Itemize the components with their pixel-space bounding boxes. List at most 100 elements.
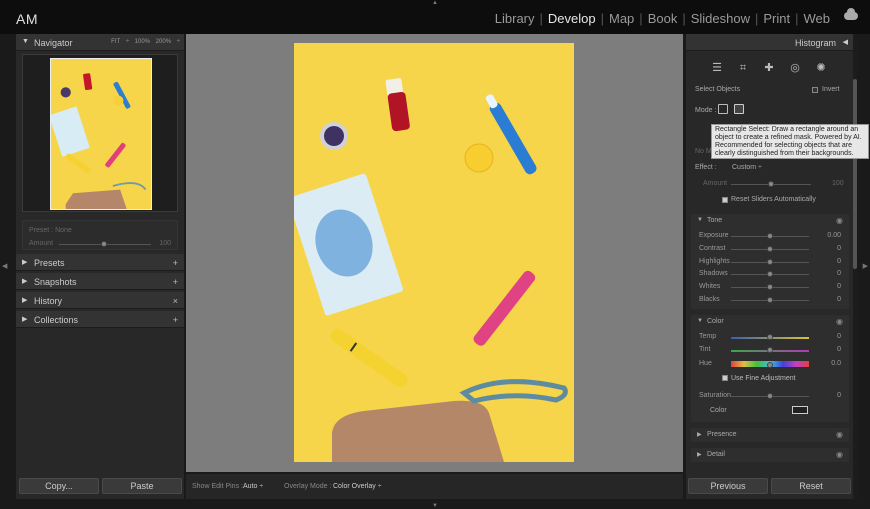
navigator-title: Navigator <box>34 38 73 48</box>
add-snapshot-icon[interactable]: + <box>173 277 178 287</box>
navigator-header[interactable]: ▼ Navigator FIT ÷ 100% 200% ÷ <box>16 34 184 51</box>
panel-snapshots-label: Snapshots <box>34 277 77 287</box>
select-objects-label: Select Objects <box>695 86 741 93</box>
shadows-slider[interactable]: Shadows 0 <box>691 268 849 280</box>
module-library[interactable]: Library <box>491 11 539 26</box>
preset-amount-thumb[interactable] <box>101 241 107 247</box>
saturation-slider[interactable]: Saturation 0 <box>691 390 849 402</box>
navigator-thumbnail[interactable] <box>50 58 152 210</box>
panel-collections[interactable]: ▶ Collections + <box>16 311 184 328</box>
photo-image <box>294 43 574 462</box>
reset-sliders-label: Reset Sliders Automatically <box>731 196 816 203</box>
thumbnail-image <box>51 59 151 209</box>
invert-checkbox[interactable] <box>812 87 818 93</box>
add-preset-icon[interactable]: + <box>173 258 178 268</box>
collapse-triangle-icon: ▼ <box>22 38 29 45</box>
tone-header[interactable]: ▼ Tone ◉ <box>691 214 849 227</box>
eye-icon[interactable]: ◉ <box>836 430 843 439</box>
color-label: Color <box>710 407 727 414</box>
previous-button[interactable]: Previous <box>688 478 768 494</box>
presence-section[interactable]: ▶ Presence ◉ <box>691 428 849 442</box>
temp-slider[interactable]: Temp 0 <box>691 331 849 343</box>
histogram-title: Histogram <box>794 38 836 48</box>
reset-sliders-checkbox[interactable] <box>722 197 728 203</box>
module-slideshow[interactable]: Slideshow <box>687 11 754 26</box>
scrollbar-thumb[interactable] <box>853 79 857 269</box>
top-panel-toggle-icon[interactable]: ▲ <box>432 0 438 6</box>
eye-icon[interactable]: ◉ <box>836 317 843 326</box>
zoom-options[interactable]: FIT ÷ 100% 200% ÷ <box>111 39 180 45</box>
preset-label: Preset : None <box>29 227 72 234</box>
filmstrip-toggle-icon[interactable]: ▼ <box>432 503 438 509</box>
color-swatch[interactable] <box>792 406 808 414</box>
reset-button[interactable]: Reset <box>771 478 851 494</box>
color-title: Color <box>707 318 724 325</box>
module-develop[interactable]: Develop <box>544 11 600 26</box>
healing-icon[interactable]: ✚ <box>763 62 775 74</box>
color-header[interactable]: ▼ Color ◉ <box>691 315 849 328</box>
hue-slider[interactable]: Hue 0.0 <box>691 358 849 370</box>
main-photo[interactable] <box>294 43 574 462</box>
mode-label: Mode : <box>695 107 717 114</box>
collapse-triangle-icon: ▼ <box>697 217 703 223</box>
fine-adjust-checkbox[interactable] <box>722 375 728 381</box>
rectangle-select-icon[interactable] <box>734 104 744 114</box>
navigator-preview[interactable] <box>22 54 178 212</box>
add-collection-icon[interactable]: + <box>173 315 178 325</box>
preset-block: Preset : None Amount 100 <box>22 220 178 250</box>
right-panel-toggle-icon[interactable]: ▶ <box>863 262 868 270</box>
expand-triangle-icon: ▶ <box>22 297 28 304</box>
panel-collections-label: Collections <box>34 315 79 325</box>
edit-pins-select[interactable]: Auto ÷ <box>243 483 263 490</box>
left-panel-toggle-icon[interactable]: ◀ <box>2 262 7 270</box>
module-print[interactable]: Print <box>759 11 794 26</box>
image-canvas[interactable] <box>186 34 683 472</box>
tint-slider[interactable]: Tint 0 <box>691 344 849 356</box>
panel-history[interactable]: ▶ History × <box>16 292 184 309</box>
panel-presets[interactable]: ▶ Presets + <box>16 254 184 271</box>
invert-label: Invert <box>822 86 840 93</box>
fine-adjust-label: Use Fine Adjustment <box>731 375 796 382</box>
presence-title: Presence <box>707 431 737 438</box>
masking-icon[interactable]: ✺ <box>815 62 827 74</box>
edit-pins-label: Show Edit Pins : <box>192 483 243 490</box>
expand-triangle-icon: ▶ <box>697 452 702 458</box>
whites-slider[interactable]: Whites 0 <box>691 281 849 293</box>
histogram-header[interactable]: Histogram ◀ <box>686 34 854 51</box>
paste-button[interactable]: Paste <box>102 478 182 494</box>
tone-title: Tone <box>707 217 723 224</box>
right-panel-scrollbar[interactable] <box>853 34 857 499</box>
red-eye-icon[interactable]: ◎ <box>789 62 801 74</box>
eye-icon[interactable]: ◉ <box>836 216 843 225</box>
crop-icon[interactable]: ⌗ <box>737 62 749 74</box>
collapse-triangle-icon: ▼ <box>697 318 703 324</box>
clear-history-icon[interactable]: × <box>173 296 178 306</box>
panel-snapshots[interactable]: ▶ Snapshots + <box>16 273 184 290</box>
brush-select-icon[interactable] <box>718 104 728 114</box>
top-bar: ▲ AM Library | Develop | Map | Book | Slides… <box>0 0 870 34</box>
module-map[interactable]: Map <box>605 11 638 26</box>
color-section: ▼ Color ◉ Temp 0 Tint 0 Hue 0.0 Use Fine Ad… <box>691 315 849 422</box>
module-picker: Library | Develop | Map | Book | Slideshow | … <box>491 11 834 26</box>
overlay-mode-label: Overlay Mode : <box>284 483 332 490</box>
panel-history-label: History <box>34 296 63 306</box>
expand-triangle-icon: ▶ <box>22 316 28 323</box>
detail-section[interactable]: ▶ Detail ◉ <box>691 448 849 462</box>
collapse-triangle-icon: ◀ <box>842 39 848 46</box>
effect-select[interactable]: Custom ÷ <box>732 164 762 171</box>
highlights-slider[interactable]: Highlights 0 <box>691 256 849 268</box>
cloud-icon[interactable] <box>844 8 858 20</box>
overlay-mode-select[interactable]: Color Overlay ÷ <box>333 483 382 490</box>
exposure-slider[interactable]: Exposure 0.00 <box>691 230 849 242</box>
module-book[interactable]: Book <box>644 11 682 26</box>
module-web[interactable]: Web <box>800 11 835 26</box>
detail-title: Detail <box>707 451 725 458</box>
contrast-slider[interactable]: Contrast 0 <box>691 243 849 255</box>
blacks-slider[interactable]: Blacks 0 <box>691 294 849 306</box>
expand-triangle-icon: ▶ <box>22 259 28 266</box>
edit-sliders-icon[interactable]: ☰ <box>711 62 723 74</box>
eye-icon[interactable]: ◉ <box>836 450 843 459</box>
preset-amount-label: Amount <box>29 240 54 247</box>
copy-button[interactable]: Copy... <box>19 478 99 494</box>
amount-thumb[interactable] <box>768 181 774 187</box>
